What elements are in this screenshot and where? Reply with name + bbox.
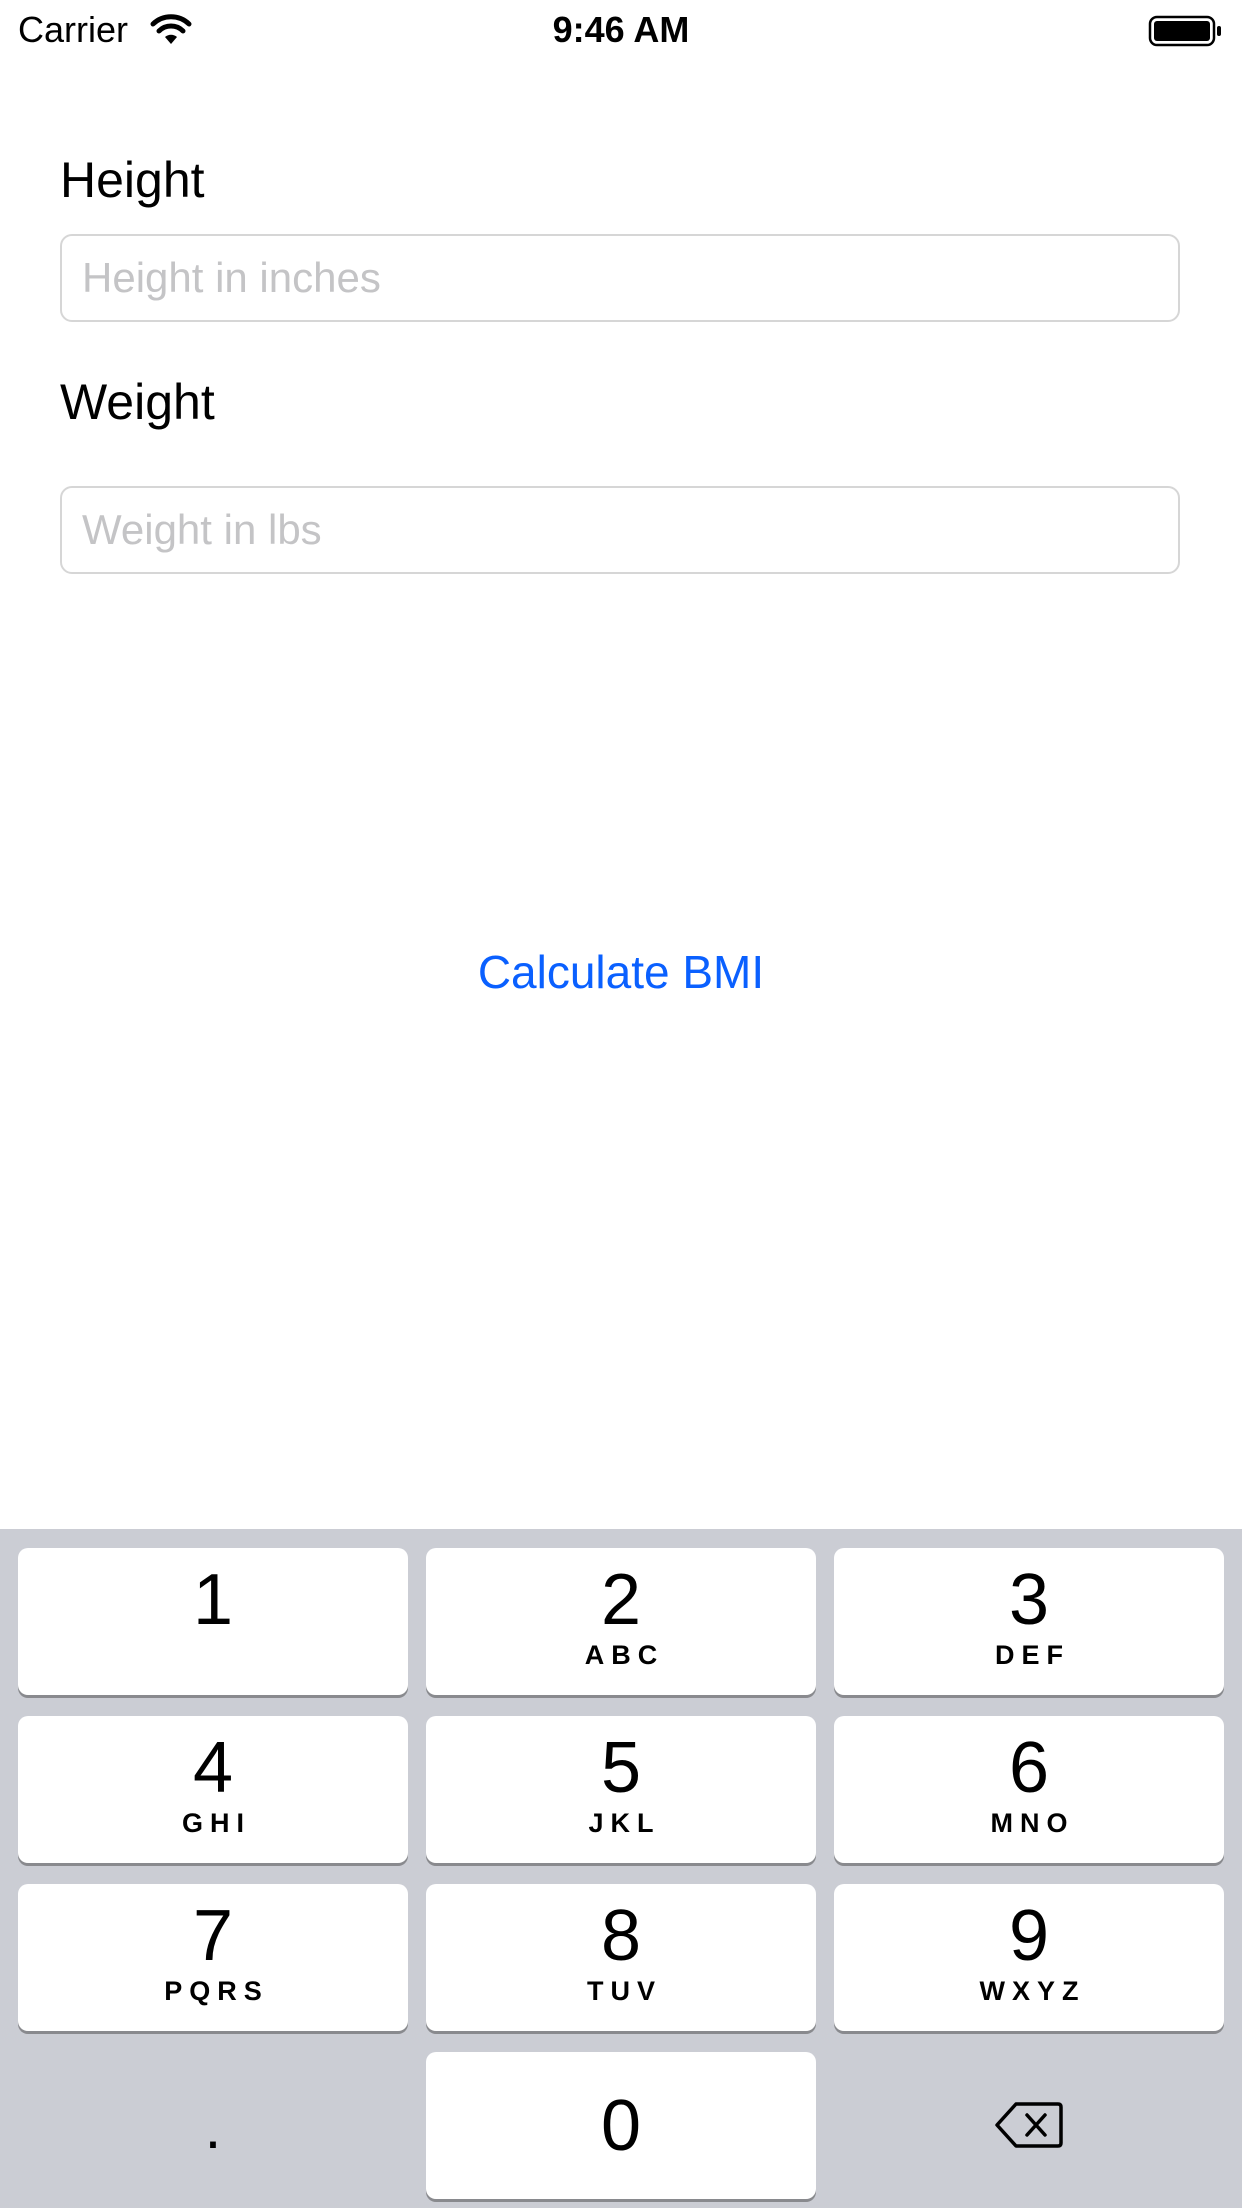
- key-letters: ABC: [584, 1640, 665, 1670]
- key-letters: JKL: [588, 1808, 661, 1838]
- key-digit: 6: [1008, 1728, 1050, 1808]
- key-2[interactable]: 2 ABC: [426, 1548, 816, 1695]
- key-digit: 0: [600, 2086, 642, 2166]
- key-digit: 5: [600, 1728, 642, 1808]
- key-4[interactable]: 4 GHI: [18, 1716, 408, 1863]
- key-3[interactable]: 3 DEF: [834, 1548, 1224, 1695]
- decimal-glyph: .: [204, 2094, 222, 2161]
- key-digit: 8: [600, 1896, 642, 1976]
- key-letters: MNO: [990, 1808, 1075, 1838]
- key-8[interactable]: 8 TUV: [426, 1884, 816, 2031]
- key-digit: 2: [600, 1560, 642, 1640]
- height-label: Height: [60, 152, 205, 208]
- key-9[interactable]: 9 WXYZ: [834, 1884, 1224, 2031]
- key-letters: GHI: [181, 1808, 251, 1838]
- key-digit: 1: [192, 1560, 234, 1640]
- key-letters: PQRS: [164, 1976, 269, 2006]
- key-digit: 9: [1008, 1896, 1050, 1976]
- status-bar: Carrier 9:46 AM: [0, 0, 1242, 60]
- backspace-icon: [995, 2102, 1063, 2148]
- decimal-key[interactable]: .: [18, 2052, 408, 2199]
- key-digit: 7: [192, 1896, 234, 1976]
- key-digit: 4: [192, 1728, 234, 1808]
- key-letters: DEF: [995, 1640, 1070, 1670]
- numeric-keypad: 1 2 ABC 3 DEF 4 GHI 5 JKL 6 MNO 7 PQRS 8…: [0, 1529, 1242, 2208]
- battery-icon: [1148, 14, 1224, 48]
- key-5[interactable]: 5 JKL: [426, 1716, 816, 1863]
- key-6[interactable]: 6 MNO: [834, 1716, 1224, 1863]
- clock: 9:46 AM: [552, 9, 690, 50]
- height-input[interactable]: [60, 234, 1180, 322]
- delete-key[interactable]: [834, 2052, 1224, 2199]
- key-1[interactable]: 1: [18, 1548, 408, 1695]
- key-letters: WXYZ: [979, 1976, 1086, 2006]
- key-0[interactable]: 0: [426, 2052, 816, 2199]
- weight-input[interactable]: [60, 486, 1180, 574]
- weight-label: Weight: [60, 374, 215, 430]
- key-7[interactable]: 7 PQRS: [18, 1884, 408, 2031]
- calculate-bmi-button[interactable]: Calculate BMI: [0, 940, 1242, 1004]
- key-digit: 3: [1008, 1560, 1050, 1640]
- key-letters: TUV: [587, 1976, 662, 2006]
